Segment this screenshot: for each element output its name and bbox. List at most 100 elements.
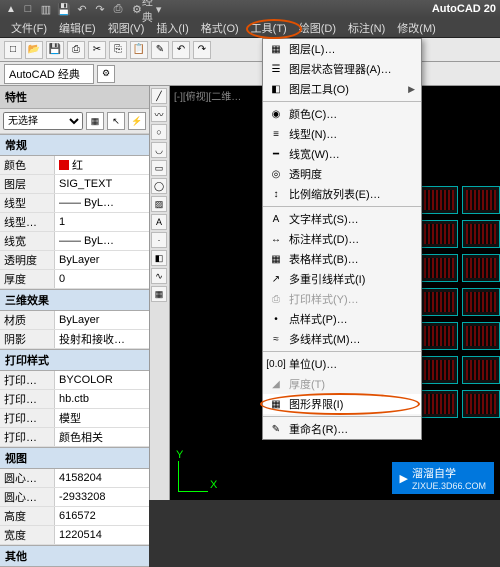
qat-ws-dropdown[interactable]: ⚙经典▾ xyxy=(129,2,164,16)
menu-item[interactable]: [0.0]单位(U)… xyxy=(263,354,421,374)
property-row[interactable]: 材质ByLayer xyxy=(0,311,149,330)
tool-arc-icon[interactable]: ◡ xyxy=(151,142,167,158)
thumb[interactable] xyxy=(462,186,500,214)
menu-item[interactable]: ↕比例缩放列表(E)… xyxy=(263,184,421,204)
property-row[interactable]: 透明度ByLayer xyxy=(0,251,149,270)
thumb[interactable] xyxy=(462,220,500,248)
menu-draw[interactable]: 绘图(D) xyxy=(294,18,341,38)
property-row[interactable]: 圆心…-2933208 xyxy=(0,488,149,507)
tool-match-icon[interactable]: ✎ xyxy=(151,41,169,59)
menu-item[interactable]: ▦图层(L)… xyxy=(263,39,421,59)
property-value[interactable]: 模型 xyxy=(55,409,149,427)
menu-item[interactable]: ◧图层工具(O)▶ xyxy=(263,79,421,99)
property-value[interactable]: hb.ctb xyxy=(55,390,149,408)
property-row[interactable]: 打印…模型 xyxy=(0,409,149,428)
property-value[interactable]: -2933208 xyxy=(55,488,149,506)
tool-copy-icon[interactable]: ⎘ xyxy=(109,41,127,59)
tool-spline-icon[interactable]: ∿ xyxy=(151,268,167,284)
menu-item[interactable]: ━线宽(W)… xyxy=(263,144,421,164)
property-value[interactable]: 616572 xyxy=(55,507,149,525)
property-value[interactable]: 投射和接收… xyxy=(55,330,149,348)
property-row[interactable]: 打印…hb.ctb xyxy=(0,390,149,409)
menu-format[interactable]: 格式(O) xyxy=(196,18,244,38)
tool-table-icon[interactable]: ▦ xyxy=(151,286,167,302)
menu-item[interactable]: ↔标注样式(D)… xyxy=(263,229,421,249)
qat-print-icon[interactable]: ⎙ xyxy=(111,2,125,16)
menu-item[interactable]: ✎重命名(R)… xyxy=(263,419,421,439)
property-value[interactable]: —— ByL… xyxy=(55,232,149,250)
property-row[interactable]: 线宽—— ByL… xyxy=(0,232,149,251)
thumb[interactable] xyxy=(462,390,500,418)
menu-file[interactable]: 文件(F) xyxy=(6,18,52,38)
property-row[interactable]: 厚度0 xyxy=(0,270,149,289)
tool-print-icon[interactable]: ⎙ xyxy=(67,41,85,59)
ws-gear-icon[interactable]: ⚙ xyxy=(97,65,115,83)
property-row[interactable]: 线型—— ByL… xyxy=(0,194,149,213)
thumb[interactable] xyxy=(462,322,500,350)
tool-hatch-icon[interactable]: ▨ xyxy=(151,196,167,212)
property-row[interactable]: 图层SIG_TEXT xyxy=(0,175,149,194)
group-general[interactable]: 常规 xyxy=(0,134,149,156)
menu-tools[interactable]: 工具(T) xyxy=(246,18,292,38)
property-row[interactable]: 打印…颜色相关 xyxy=(0,428,149,447)
thumb[interactable] xyxy=(462,254,500,282)
property-value[interactable]: 1220514 xyxy=(55,526,149,544)
qat-redo-icon[interactable]: ↷ xyxy=(93,2,107,16)
property-row[interactable]: 高度616572 xyxy=(0,507,149,526)
menu-item[interactable]: ▦图形界限(I) xyxy=(263,394,421,414)
property-row[interactable]: 宽度1220514 xyxy=(0,526,149,545)
menu-view[interactable]: 视图(V) xyxy=(103,18,150,38)
tool-pline-icon[interactable]: 〰 xyxy=(151,106,167,122)
viewport-label[interactable]: [-][俯视][二维… xyxy=(174,88,241,103)
thumb[interactable] xyxy=(420,220,458,248)
menu-item[interactable]: •点样式(P)… xyxy=(263,309,421,329)
group-view[interactable]: 视图 xyxy=(0,447,149,469)
property-row[interactable]: 颜色红 xyxy=(0,156,149,175)
property-value[interactable]: 4158204 xyxy=(55,469,149,487)
tool-save-icon[interactable]: 💾 xyxy=(46,41,64,59)
group-other[interactable]: 其他 xyxy=(0,545,149,567)
property-value[interactable]: ByLayer xyxy=(55,251,149,269)
thumb[interactable] xyxy=(420,288,458,316)
group-3d[interactable]: 三维效果 xyxy=(0,289,149,311)
group-plot[interactable]: 打印样式 xyxy=(0,349,149,371)
property-value[interactable]: SIG_TEXT xyxy=(55,175,149,193)
tool-open-icon[interactable]: 📂 xyxy=(25,41,43,59)
thumb[interactable] xyxy=(420,254,458,282)
qat-save-icon[interactable]: 💾 xyxy=(57,2,71,16)
thumb[interactable] xyxy=(462,356,500,384)
property-value[interactable]: ByLayer xyxy=(55,311,149,329)
tool-circle-icon[interactable]: ○ xyxy=(151,124,167,140)
workspace-combo[interactable]: AutoCAD 经典 xyxy=(4,64,94,84)
property-value[interactable]: 1 xyxy=(55,213,149,231)
menu-item[interactable]: ◎透明度 xyxy=(263,164,421,184)
selection-combo[interactable]: 无选择 xyxy=(3,112,83,130)
property-value[interactable]: 颜色相关 xyxy=(55,428,149,446)
tool-new-icon[interactable]: □ xyxy=(4,41,22,59)
qat-open-icon[interactable]: ▥ xyxy=(39,2,53,16)
tool-redo-icon[interactable]: ↷ xyxy=(193,41,211,59)
menu-insert[interactable]: 插入(I) xyxy=(151,18,193,38)
property-row[interactable]: 圆心…4158204 xyxy=(0,469,149,488)
menu-item[interactable]: ↗多重引线样式(I) xyxy=(263,269,421,289)
thumb[interactable] xyxy=(420,390,458,418)
property-value[interactable]: BYCOLOR xyxy=(55,371,149,389)
tool-ellipse-icon[interactable]: ◯ xyxy=(151,178,167,194)
tool-point-icon[interactable]: · xyxy=(151,232,167,248)
tool-region-icon[interactable]: ◧ xyxy=(151,250,167,266)
property-row[interactable]: 阴影投射和接收… xyxy=(0,330,149,349)
tool-text-icon[interactable]: A xyxy=(151,214,167,230)
tool-undo-icon[interactable]: ↶ xyxy=(172,41,190,59)
thumb[interactable] xyxy=(420,186,458,214)
menu-modify[interactable]: 修改(M) xyxy=(392,18,441,38)
qat-new-icon[interactable]: □ xyxy=(21,2,35,16)
menu-dim[interactable]: 标注(N) xyxy=(343,18,390,38)
thumb[interactable] xyxy=(420,322,458,350)
tool-paste-icon[interactable]: 📋 xyxy=(130,41,148,59)
qat-undo-icon[interactable]: ↶ xyxy=(75,2,89,16)
property-value[interactable]: —— ByL… xyxy=(55,194,149,212)
thumb[interactable] xyxy=(420,356,458,384)
menu-item[interactable]: ☰图层状态管理器(A)… xyxy=(263,59,421,79)
menu-item[interactable]: ◉颜色(C)… xyxy=(263,104,421,124)
tool-cut-icon[interactable]: ✂ xyxy=(88,41,106,59)
